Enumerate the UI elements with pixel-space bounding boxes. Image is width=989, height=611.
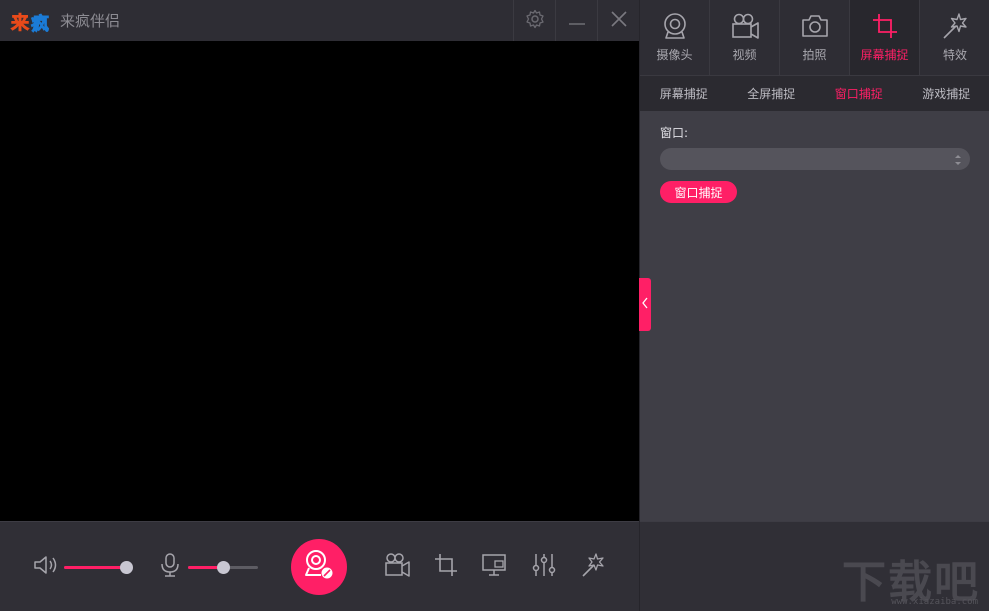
tab-video[interactable]: 视频	[710, 0, 780, 75]
window-label: 窗口:	[660, 126, 689, 140]
select-arrows-icon	[954, 152, 962, 166]
record-icon	[301, 547, 337, 587]
start-live-button[interactable]	[291, 539, 347, 595]
preview-canvas	[0, 41, 639, 521]
tab-photo[interactable]: 拍照	[780, 0, 850, 75]
effects-button[interactable]	[578, 552, 608, 582]
minimize-button[interactable]	[556, 0, 597, 41]
chevron-left-icon	[641, 295, 649, 314]
close-icon	[610, 10, 628, 32]
control-bar	[0, 521, 639, 611]
app-title: 来疯伴侣	[60, 12, 121, 30]
side-panel: 摄像头 视频 拍照 屏幕捕捉 特效 屏幕捕捉 全屏捕捉 窗口捕捉 游戏捕捉 窗口…	[639, 0, 989, 611]
crop-icon	[433, 552, 459, 582]
subtab-fullscreen-capture[interactable]: 全屏捕捉	[728, 76, 816, 111]
tab-webcam[interactable]: 摄像头	[640, 0, 710, 75]
volume-slider-fill	[64, 566, 126, 569]
video-camera-icon	[383, 552, 411, 582]
microphone-button[interactable]	[155, 552, 185, 582]
equalizer-icon	[531, 552, 557, 582]
screen-capture-button[interactable]	[431, 552, 461, 582]
window-select[interactable]	[660, 148, 970, 170]
subtab-screen-capture[interactable]: 屏幕捕捉	[640, 76, 728, 111]
title-bar: 来 疯 来疯伴侣	[0, 0, 639, 41]
crop-icon	[870, 12, 900, 40]
source-tabs: 摄像头 视频 拍照 屏幕捕捉 特效	[640, 0, 989, 75]
svg-text:疯: 疯	[31, 13, 49, 34]
mic-slider-handle[interactable]	[217, 561, 230, 574]
volume-slider[interactable]	[64, 561, 133, 574]
gear-icon	[525, 9, 545, 33]
camera-icon	[800, 12, 830, 40]
tab-effects[interactable]: 特效	[920, 0, 989, 75]
subtab-window-capture[interactable]: 窗口捕捉	[815, 76, 903, 111]
tab-screen-capture[interactable]: 屏幕捕捉	[850, 0, 920, 75]
effects-icon	[579, 552, 607, 582]
watermark-url: www.xiazaiba.com	[891, 597, 978, 607]
video-camera-icon	[730, 12, 760, 40]
mixer-button[interactable]	[529, 552, 559, 582]
main-area: 来 疯 来疯伴侣	[0, 0, 639, 611]
window-capture-panel: 窗口: 窗口捕捉	[640, 111, 989, 521]
settings-button[interactable]	[514, 0, 555, 41]
tab-label: 视频	[732, 48, 757, 62]
volume-slider-handle[interactable]	[120, 561, 133, 574]
close-button[interactable]	[598, 0, 639, 41]
microphone-icon	[159, 552, 181, 582]
capture-mode-tabs: 屏幕捕捉 全屏捕捉 窗口捕捉 游戏捕捉	[640, 75, 989, 111]
magic-icon	[940, 12, 970, 40]
svg-text:来: 来	[10, 13, 30, 34]
tab-label: 屏幕捕捉	[860, 48, 909, 62]
screen-share-button[interactable]	[480, 552, 510, 582]
tab-label: 摄像头	[656, 48, 693, 62]
app-logo: 来 疯	[10, 8, 54, 36]
speaker-icon	[33, 554, 59, 580]
tab-label: 拍照	[802, 48, 827, 62]
collapse-panel-button[interactable]	[639, 278, 651, 331]
screen-share-icon	[481, 552, 509, 582]
mic-slider[interactable]	[188, 561, 258, 574]
side-panel-footer: 下载吧 www.xiazaiba.com	[640, 521, 989, 611]
tab-label: 特效	[942, 48, 967, 62]
window-capture-button[interactable]: 窗口捕捉	[660, 181, 737, 203]
minimize-icon	[568, 10, 586, 32]
video-source-button[interactable]	[382, 552, 412, 582]
volume-button[interactable]	[31, 552, 61, 582]
webcam-icon	[660, 12, 690, 40]
subtab-game-capture[interactable]: 游戏捕捉	[903, 76, 989, 111]
